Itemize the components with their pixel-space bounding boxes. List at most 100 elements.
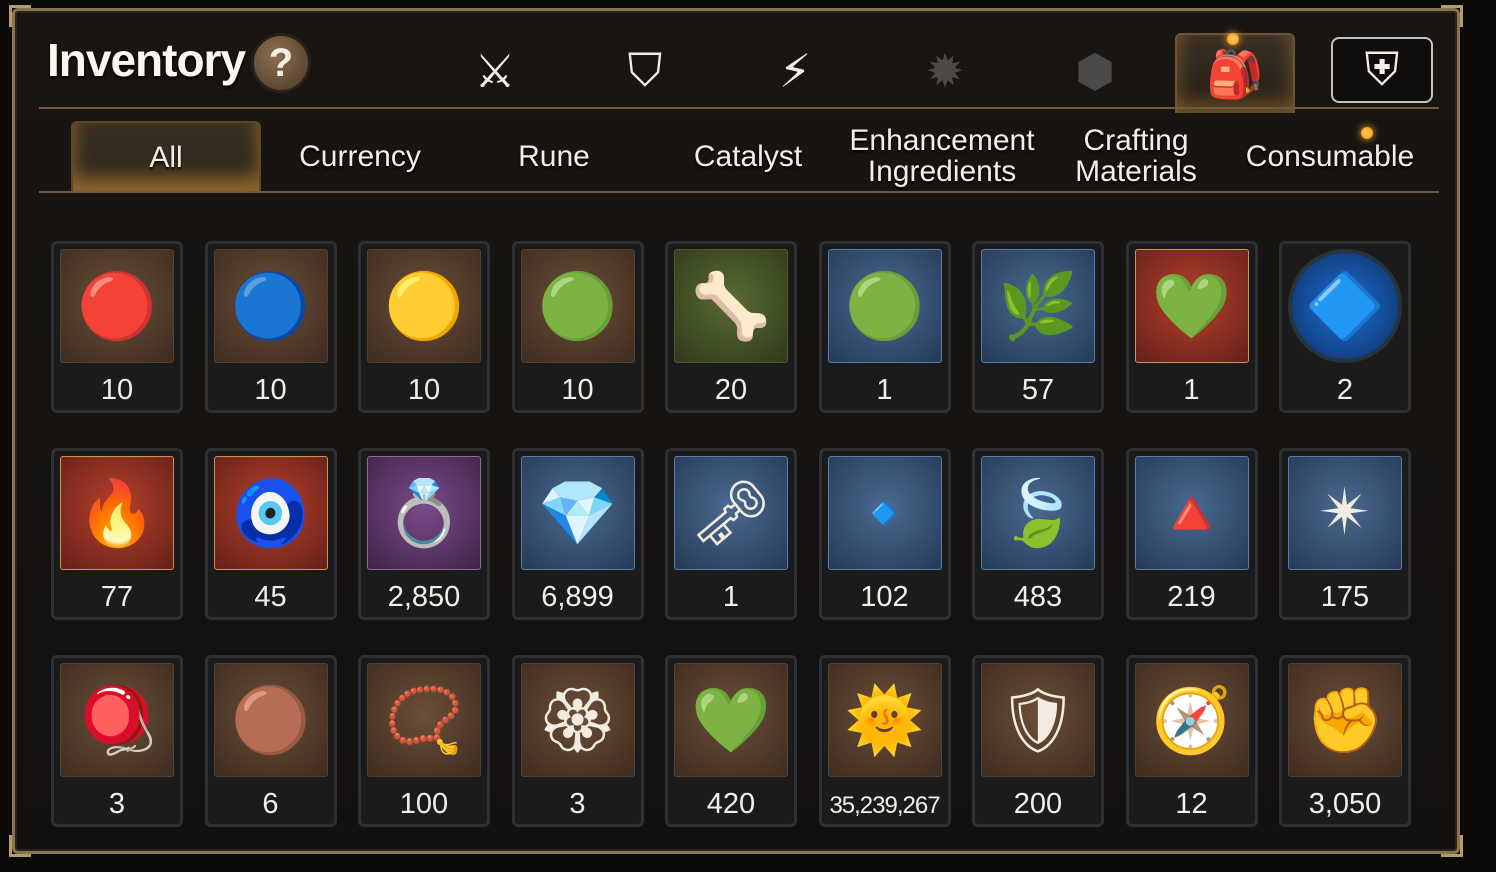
tab-label-line: Enhancement [849, 124, 1035, 157]
tab-all[interactable]: All [71, 121, 261, 191]
orb-device-icon: 🪀 [60, 663, 174, 777]
red-bracelet-icon: 📿 [367, 663, 481, 777]
tab-label: Crafting Materials [1075, 125, 1197, 187]
tab-currency[interactable]: Currency [265, 121, 455, 191]
item-quantity: 12 [1175, 788, 1208, 820]
category-tab-bar: All Currency Rune Catalyst Enhancement Ingred… [55, 121, 1435, 191]
broken-shield-icon[interactable]: ⛉ [585, 33, 705, 109]
help-button[interactable]: ? [251, 33, 311, 93]
green-heart-icon: 💚 [674, 663, 788, 777]
item-quantity: 77 [100, 581, 134, 613]
inventory-slot[interactable]: 🦴 20 [665, 241, 797, 413]
item-quantity: 1 [1183, 374, 1200, 406]
item-quantity: 483 [1013, 581, 1063, 613]
backpack-icon[interactable]: 🎒 [1175, 33, 1295, 113]
frame-corner [9, 835, 31, 857]
inventory-slot[interactable]: 🪀 3 [51, 655, 183, 827]
blue-crystal-icon: 💎 [520, 456, 635, 570]
tab-label: All [149, 140, 183, 174]
item-quantity: 10 [254, 374, 287, 406]
green-gem-icon: 💚 [1134, 249, 1249, 363]
pendant-icon: 🧿 [213, 456, 328, 570]
inventory-slot[interactable]: 💚 420 [665, 655, 797, 827]
item-quantity: 6 [262, 788, 279, 820]
inventory-slot[interactable]: 🛡 200 [972, 655, 1104, 827]
inventory-slot[interactable]: 🍃 483 [972, 448, 1104, 620]
inventory-slot[interactable]: ✊ 3,050 [1279, 655, 1411, 827]
divider [39, 107, 1439, 109]
inventory-slot[interactable]: 🧿 45 [204, 448, 337, 620]
flower-ring-icon: 💍 [367, 456, 481, 570]
guild-shield-icon[interactable]: ⛨ [1331, 37, 1433, 103]
tab-catalyst[interactable]: Catalyst [653, 121, 843, 191]
inventory-slot[interactable]: ✴ 175 [1279, 448, 1411, 620]
inventory-slot[interactable]: 🟢 10 [511, 241, 644, 413]
blue-seal-icon: 🔷 [1288, 249, 1402, 363]
tab-label-line: Ingredients [867, 155, 1017, 188]
item-quantity: 219 [1167, 581, 1216, 613]
tab-crafting-materials[interactable]: Crafting Materials [1041, 121, 1231, 191]
frame-corner [9, 5, 31, 27]
inventory-slot[interactable]: 💍 2,850 [358, 448, 490, 620]
lightning-icon[interactable]: ⚡ [735, 33, 855, 109]
item-quantity: 57 [1021, 374, 1055, 406]
tab-label-line: Crafting [1083, 124, 1189, 157]
cube-icon[interactable]: ⬢ [1035, 33, 1155, 109]
gold-coin-icon: 🌞 [827, 663, 942, 777]
inventory-slot[interactable]: 🔥 77 [51, 448, 183, 620]
inventory-slot[interactable]: 🔹 102 [818, 448, 951, 620]
inventory-slot[interactable]: 🌞 35,239,267 [818, 655, 951, 827]
lightning-icon: ⚡ [778, 44, 812, 98]
red-badge-icon: 🏵 [520, 663, 635, 777]
notification-dot [1361, 127, 1373, 139]
inventory-slot[interactable]: 🔺 219 [1125, 448, 1258, 620]
item-quantity: 35,239,267 [829, 792, 940, 819]
inventory-slot[interactable]: 🌿 57 [972, 241, 1104, 413]
leaf-icon: 🍃 [981, 456, 1095, 570]
tab-consumable[interactable]: Consumable [1235, 121, 1425, 191]
inventory-slot[interactable]: 🔵 10 [204, 241, 337, 413]
cube-icon: ⬢ [1074, 44, 1116, 98]
inventory-slot[interactable]: 🔷 2 [1279, 241, 1411, 413]
tab-label: Rune [518, 139, 590, 173]
item-quantity: 2,850 [387, 581, 461, 613]
item-quantity: 45 [254, 581, 287, 613]
notification-dot [1227, 33, 1239, 45]
tab-label: Enhancement Ingredients [849, 125, 1034, 187]
tab-label-line: Materials [1075, 155, 1197, 188]
sword-shield-icon: ⚔ [474, 44, 516, 98]
item-quantity: 10 [407, 374, 441, 406]
inventory-slot[interactable]: 📿 100 [358, 655, 490, 827]
inventory-slot[interactable]: 🗝 1 [665, 448, 797, 620]
item-quantity: 6,899 [541, 581, 614, 613]
inventory-slot[interactable]: 🧭 12 [1125, 655, 1258, 827]
fire-crystal-icon: 🔥 [60, 456, 174, 570]
sword-shield-icon[interactable]: ⚔ [435, 33, 555, 109]
gold-emblem-icon: 🛡 [981, 663, 1095, 777]
inventory-slot[interactable]: 🟡 10 [358, 241, 490, 413]
key-charm-icon: 🗝 [674, 456, 788, 570]
tab-label: Consumable [1245, 139, 1415, 173]
item-quantity: 1 [722, 581, 740, 613]
star-amulet-icon: ✴ [1288, 456, 1402, 570]
tab-enhancement-ingredients[interactable]: Enhancement Ingredients [847, 121, 1037, 191]
earth-rune-icon: 🟢 [520, 249, 635, 363]
burst-emblem-icon[interactable]: ✹ [885, 33, 1005, 109]
item-quantity: 100 [399, 788, 449, 820]
page-title: Inventory [47, 34, 246, 86]
tab-rune[interactable]: Rune [459, 121, 649, 191]
inventory-slot[interactable]: 🟢 1 [818, 241, 951, 413]
inventory-slot[interactable]: 🟤 6 [204, 655, 337, 827]
claw-icon: 🦴 [674, 249, 788, 363]
inventory-slot[interactable]: 💎 6,899 [511, 448, 644, 620]
light-rune-icon: 🟡 [367, 249, 481, 363]
inventory-slot[interactable]: 🔴 10 [51, 241, 183, 413]
inventory-slot[interactable]: 🏵 3 [511, 655, 644, 827]
ice-rune-icon: 🔵 [213, 249, 328, 363]
root-herb-icon: 🌿 [981, 249, 1095, 363]
item-quantity: 10 [100, 374, 134, 406]
inventory-slot[interactable]: 💚 1 [1125, 241, 1258, 413]
slime-orbs-icon: 🟢 [827, 249, 942, 363]
item-quantity: 1 [876, 374, 893, 406]
cyan-crystal-icon: 🔹 [827, 456, 942, 570]
